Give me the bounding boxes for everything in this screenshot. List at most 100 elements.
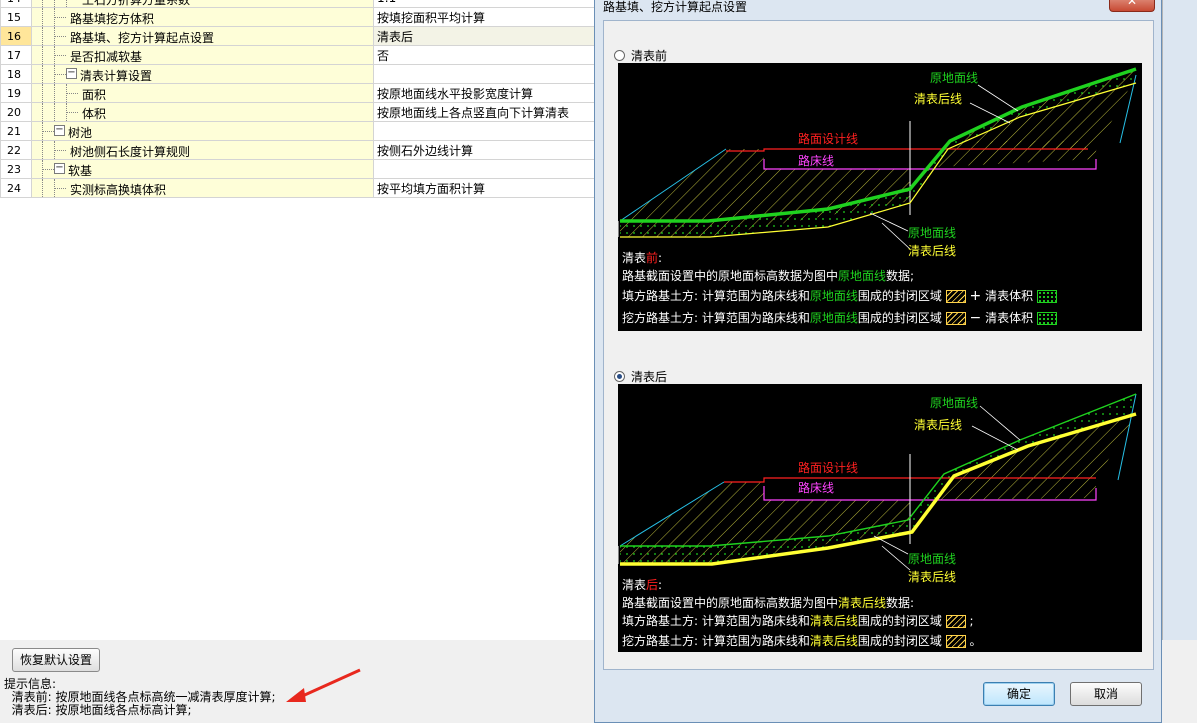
label-design-line: 路面设计线 [798,461,859,475]
radio-button-icon[interactable] [614,50,625,61]
radio-label-before: 清表前 [631,49,668,63]
collapse-toggle-icon[interactable]: − [54,125,65,136]
settings-table: 14 土石方折算方量系数 1:1 15 路基填挖方体积 按填挖面积平均计算 16 路基填、挖方… [0,0,596,198]
before-line-2: 填方路基土方: 计算范围为路床线和原地面线围成的封闭区域 + 清表体积 [622,287,1057,304]
setting-value-cell[interactable] [373,121,596,141]
label-ground-bottom: 原地面线 [908,226,957,240]
table-row[interactable]: 20 体积 按原地面线上各点竖直向下计算清表 [0,102,596,122]
setting-value-cell[interactable] [373,159,596,179]
setting-value-cell[interactable]: 按平均填方面积计算 [373,178,596,198]
table-row[interactable]: 22 树池侧石长度计算规则 按侧石外边线计算 [0,140,596,160]
label-cleared-bottom: 清表后线 [908,570,957,584]
tree-branch-line [54,55,66,56]
label-bed-line: 路床线 [798,154,835,168]
setting-value-cell[interactable]: 1:1 [373,0,596,8]
setting-name-cell[interactable]: 路基填挖方体积 [31,7,374,27]
table-row[interactable]: 18− 清表计算设置 [0,64,596,84]
tree-guide-line [42,65,43,83]
label-ground-top: 原地面线 [930,71,979,85]
tree-guide-line [54,0,55,7]
tree-guide-line [66,0,67,7]
hint-line-after: 清表后: 按原地面线各点标高计算; [4,703,192,717]
hint-panel: 提示信息: 清表前: 按原地面线各点标高统一减清表厚度计算; 清表后: 按原地面… [4,678,276,717]
setting-name: 土石方折算方量系数 [82,0,191,7]
after-line-3: 挖方路基土方: 计算范围为路床线和清表后线围成的封闭区域 。 [622,634,982,648]
setting-name-cell[interactable]: 路基填、挖方计算起点设置 [31,26,374,46]
after-line-2: 填方路基土方: 计算范围为路床线和清表后线围成的封闭区域 ; [622,614,974,628]
dialog-title: 路基填、挖方计算起点设置 [603,0,748,14]
cancel-button[interactable]: 取消 [1070,682,1142,706]
row-number: 23 [0,159,32,179]
setting-name-cell[interactable]: 是否扣减软基 [31,45,374,65]
setting-name-cell[interactable]: − 树池 [31,121,374,141]
tree-guide-line [42,179,43,197]
settings-grid: 14 土石方折算方量系数 1:1 15 路基填挖方体积 按填挖面积平均计算 16 路基填、挖方… [0,0,597,640]
table-row[interactable]: 16 路基填、挖方计算起点设置 清表后 [0,26,596,46]
row-number: 20 [0,102,32,122]
radio-label-after: 清表后 [631,370,668,384]
radio-option-before[interactable]: 清表前 [614,47,667,64]
cut-area-swatch [945,635,966,648]
tree-branch-line [54,17,66,18]
collapse-toggle-icon[interactable]: − [54,163,65,174]
radio-option-after[interactable]: 清表后 [614,368,667,385]
table-row[interactable]: 19 面积 按原地面线水平投影宽度计算 [0,83,596,103]
row-number: 14 [0,0,32,8]
tree-branch-line [54,36,66,37]
label-ground-top: 原地面线 [930,396,979,410]
label-design-line: 路面设计线 [798,132,859,146]
setting-name-cell[interactable]: − 软基 [31,159,374,179]
label-cleared-top: 清表后线 [914,92,963,106]
close-icon[interactable]: ✕ [1109,0,1155,12]
table-row[interactable]: 24 实测标高换填体积 按平均填方面积计算 [0,178,596,198]
row-number: 19 [0,83,32,103]
tree-guide-line [42,27,43,45]
tree-guide-line [54,84,55,102]
radio-button-selected-icon[interactable] [614,371,625,382]
cut-area-swatch [945,312,966,325]
heading-after: 清表后: [622,578,663,592]
setting-name-cell[interactable]: 面积 [31,83,374,103]
setting-name: 树池 [68,126,93,140]
tree-guide-line [42,0,43,7]
table-row[interactable]: 17 是否扣减软基 否 [0,45,596,65]
table-row[interactable]: 14 土石方折算方量系数 1:1 [0,0,596,8]
tree-guide-line [42,84,43,102]
tree-branch-line [54,74,66,75]
setting-name: 路基填挖方体积 [70,12,155,26]
fill-area-swatch [945,615,966,628]
setting-value-cell[interactable] [373,64,596,84]
setting-name-cell[interactable]: − 清表计算设置 [31,64,374,84]
setting-name-cell[interactable]: 树池侧石长度计算规则 [31,140,374,160]
setting-value-cell[interactable]: 按填挖面积平均计算 [373,7,596,27]
tree-branch-line [66,93,78,94]
clearing-volume-swatch [1036,312,1057,325]
setting-name: 是否扣减软基 [70,50,143,64]
tree-branch-line [54,188,66,189]
row-number: 18 [0,64,32,84]
table-row[interactable]: 21− 树池 [0,121,596,141]
setting-name-cell[interactable]: 土石方折算方量系数 [31,0,374,8]
setting-name: 实测标高换填体积 [70,183,167,197]
tree-guide-line [42,46,43,64]
row-number: 24 [0,178,32,198]
setting-name: 软基 [68,164,93,178]
before-line-1: 路基截面设置中的原地面标高数据为图中原地面线数据; [622,269,915,283]
label-cleared-bottom: 清表后线 [908,244,957,258]
collapse-toggle-icon[interactable]: − [66,68,77,79]
setting-value-cell[interactable]: 按侧石外边线计算 [373,140,596,160]
setting-name-cell[interactable]: 实测标高换填体积 [31,178,374,198]
table-row[interactable]: 23− 软基 [0,159,596,179]
before-line-3: 挖方路基土方: 计算范围为路床线和原地面线围成的封闭区域 − 清表体积 [622,309,1057,326]
setting-value-cell[interactable]: 否 [373,45,596,65]
ok-button[interactable]: 确定 [983,682,1055,706]
setting-name-cell[interactable]: 体积 [31,102,374,122]
setting-value-cell[interactable]: 按原地面线水平投影宽度计算 [373,83,596,103]
setting-value-cell[interactable]: 清表后 [373,26,596,46]
tree-guide-line [42,103,43,121]
table-row[interactable]: 15 路基填挖方体积 按填挖面积平均计算 [0,7,596,27]
setting-value-cell[interactable]: 按原地面线上各点竖直向下计算清表 [373,102,596,122]
restore-defaults-button[interactable]: 恢复默认设置 [12,648,100,672]
diagram-panel-after: 原地面线 清表后线 路面设计线 路床线 原地面线 清表后线 清表后: 路基截面设… [618,384,1142,652]
label-bed-line: 路床线 [798,481,835,495]
